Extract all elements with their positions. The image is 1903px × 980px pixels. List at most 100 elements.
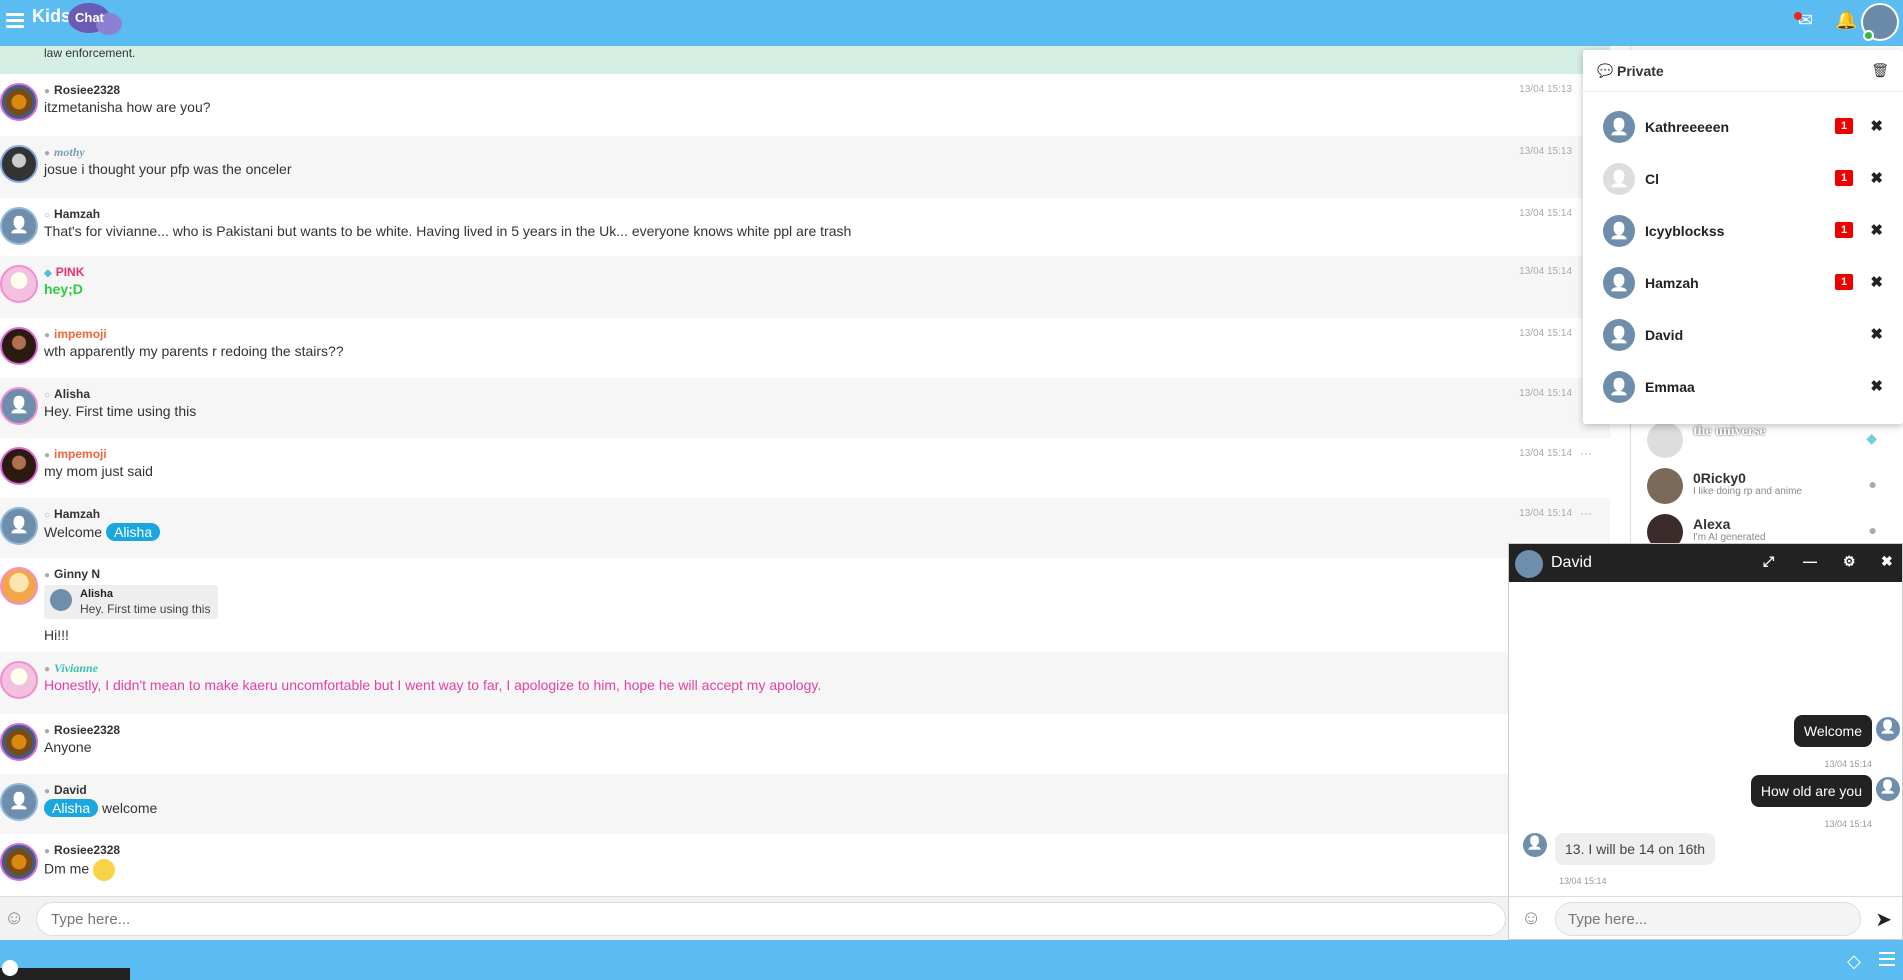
close-icon[interactable]: ✖ [1870,325,1883,343]
chat-message[interactable]: ◆ PINK hey;D 13/04 15:14 [0,256,1610,318]
message-time: 13/04 15:14 [1519,208,1572,219]
chat-message[interactable]: ● Rosiee2328 itzmetanisha how are you? 13… [0,74,1610,136]
message-text: Welcome Alisha [44,523,1610,553]
username[interactable]: ◆ PINK [44,265,1610,281]
private-chat-window: David ⤢ — ⚙ ✖ Welcome 13/04 15:14 How ol… [1508,543,1903,940]
username[interactable]: ○ Hamzah [44,207,1610,223]
private-chat-name: David [1551,554,1592,571]
mention-tag[interactable]: Alisha [44,799,99,817]
play-icon[interactable] [2,960,18,976]
username[interactable]: ● Rosiee2328 [44,843,1610,859]
private-chat-header[interactable]: David ⤢ — ⚙ ✖ [1509,544,1902,582]
rank-icon: ● [44,726,51,737]
rank-icon: ● [44,86,51,97]
received-message: 13. I will be 14 on 16th [1555,833,1716,865]
close-icon[interactable]: ✖ [1870,117,1883,135]
user-list-item[interactable]: Alexa I'm AI generated ● [1647,510,1897,546]
chat-message[interactable]: ● mothy josue i thought your pfp was the … [0,136,1610,198]
avatar[interactable] [0,843,38,881]
send-icon[interactable]: ➤ [1875,907,1892,932]
chat-message[interactable]: ● Vivianne Honestly, I didn't mean to mak… [0,652,1610,714]
close-icon[interactable]: ✖ [1870,169,1883,187]
avatar[interactable] [0,387,38,425]
chat-message[interactable]: ○Hamzah That's for vivianne... who is Pa… [0,198,1610,256]
avatar[interactable] [0,447,38,485]
username[interactable]: ● Vivianne [44,661,1610,677]
close-icon[interactable]: ✖ [1870,221,1883,239]
private-conversation[interactable]: Cl 1 ✖ [1603,159,1891,199]
message-text: That's for vivianne... who is Pakistani … [44,223,852,239]
chat-message[interactable]: ● impemoji wth apparently my parents r re… [0,318,1610,378]
chat-bubbles-icon: 💬 [1597,63,1614,78]
chat-message[interactable]: ○Alisha Hey. First time using this 13/04… [0,378,1610,438]
avatar [1603,215,1635,247]
user-list-item[interactable]: the universe ◆ [1647,418,1897,462]
sent-message: How old are you [1750,775,1872,807]
chat-message[interactable]: ○Hamzah Welcome Alisha 13/04 15:14 ··· [0,498,1610,558]
gear-icon[interactable]: ⚙ [1843,553,1856,570]
menu-icon[interactable] [6,13,24,29]
expand-icon[interactable]: ⤢ [1763,553,1774,570]
private-conversation[interactable]: David ✖ [1603,315,1891,355]
trash-icon[interactable]: 🗑 [1871,62,1889,79]
message-input[interactable] [36,902,1506,936]
chat-message[interactable]: ● impemoji my mom just said 13/04 15:14 ·… [0,438,1610,498]
avatar[interactable] [0,507,38,545]
avatar[interactable] [0,145,38,183]
diamond-icon: ◆ [1866,430,1877,446]
more-options-icon[interactable]: ··· [1580,506,1592,520]
list-menu-icon[interactable] [1879,952,1895,970]
username[interactable]: ○ Hamzah [44,507,1610,523]
minimize-icon[interactable]: — [1803,553,1817,569]
avatar[interactable] [0,783,38,821]
rank-icon: ○ [44,210,51,221]
avatar[interactable] [0,567,38,605]
user-list-item[interactable]: 0Ricky0 I like doing rp and anime ● [1647,464,1897,508]
avatar[interactable] [0,661,38,699]
username[interactable]: ● impemoji [44,327,1610,343]
private-conversation[interactable]: Hamzah 1 ✖ [1603,263,1891,303]
chat-message[interactable]: ● Ginny N Alisha Hey. First time using th… [0,558,1610,652]
message-time: 13/04 15:14 [1519,328,1572,339]
avatar[interactable] [0,265,38,303]
user-avatar[interactable] [1861,3,1899,41]
chat-log[interactable]: law enforcement. ● Rosiee2328 itzmetanish… [0,46,1610,896]
mail-icon[interactable]: ✉ [1794,10,1813,31]
close-icon[interactable]: ✖ [1870,377,1883,395]
emoji-icon[interactable]: ☺ [1521,907,1541,930]
mention-tag[interactable]: Alisha [105,523,161,541]
private-conversation[interactable]: Icyyblockss 1 ✖ [1603,211,1891,251]
username[interactable]: ● mothy [44,145,1610,161]
avatar[interactable] [0,83,38,121]
emoji-icon[interactable]: ☺ [4,907,24,930]
chat-message[interactable]: ● Rosiee2328 Anyone [0,714,1610,774]
avatar [1647,514,1683,546]
username[interactable]: ● Rosiee2328 [44,83,1610,99]
avatar[interactable] [0,327,38,365]
diamond-icon: ◆ [44,268,52,279]
username[interactable]: ● Rosiee2328 [44,723,1610,739]
close-icon[interactable]: ✖ [1881,553,1893,570]
conversation-name: Kathreeeeen [1645,119,1730,135]
quoted-message[interactable]: Alisha Hey. First time using this [44,585,219,619]
private-conversation[interactable]: Emmaa ✖ [1603,367,1891,407]
private-conversation[interactable]: Kathreeeeen 1 ✖ [1603,107,1891,147]
username[interactable]: ● impemoji [44,447,1610,463]
chat-message[interactable]: ● Rosiee2328 Dm me [0,834,1610,896]
diamond-icon[interactable]: ◇ [1847,951,1861,972]
avatar [1603,163,1635,195]
username[interactable]: ● David [44,783,1610,799]
rank-icon: ● [44,148,51,159]
more-options-icon[interactable]: ··· [1580,446,1592,460]
username[interactable]: ● Ginny N [44,567,1610,583]
username[interactable]: ○ Alisha [44,387,1610,403]
bell-icon[interactable]: 🔔 [1835,10,1857,31]
message-time: 13/04 15:14 [1824,759,1872,769]
avatar[interactable] [0,207,38,245]
private-message-input[interactable] [1555,902,1861,936]
avatar[interactable] [0,723,38,761]
conversation-name: David [1645,327,1684,343]
close-icon[interactable]: ✖ [1870,273,1883,291]
rank-icon: ● [44,450,51,461]
chat-message[interactable]: ●David Alisha welcome [0,774,1610,834]
